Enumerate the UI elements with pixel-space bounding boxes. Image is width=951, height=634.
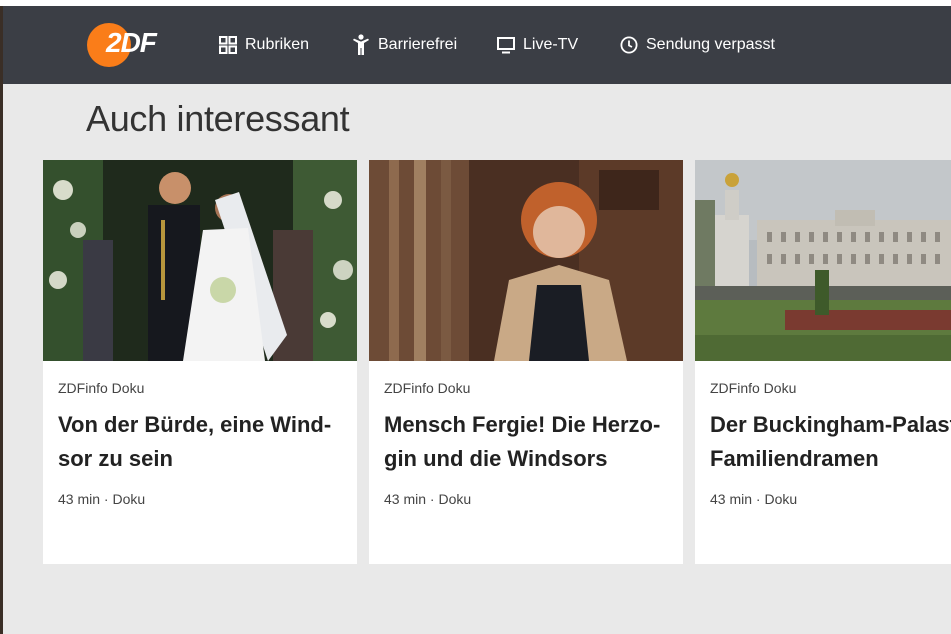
card-title[interactable]: Von der Bürde, eine Wind- sor zu sein xyxy=(58,408,348,476)
teaser-card[interactable]: ZDFinfo Doku Der Buckingham-Palast Famil… xyxy=(695,160,951,564)
card-meta: 43 min · Doku xyxy=(710,491,798,507)
top-navigation-bar: 2DF Rubriken Barrierefrei Live-TV Sendun… xyxy=(3,6,951,84)
section-title: Auch interessant xyxy=(86,98,350,139)
card-title-line: sor zu sein xyxy=(58,446,173,471)
card-title-line: Der Buckingham-Palast xyxy=(710,412,951,437)
card-title-line: Von der Bürde, eine Wind- xyxy=(58,412,332,437)
card-kicker: ZDFinfo Doku xyxy=(58,380,145,396)
nav-label: Rubriken xyxy=(245,36,310,53)
card-title-line: gin und die Windsors xyxy=(384,446,608,471)
nav-label: Live-TV xyxy=(523,36,579,53)
card-title-line: Mensch Fergie! Die Herzo- xyxy=(384,412,661,437)
card-title[interactable]: Mensch Fergie! Die Herzo- gin und die Wi… xyxy=(384,408,674,476)
buckingham-palace-photo[interactable] xyxy=(695,160,951,361)
nav-label: Barrierefrei xyxy=(378,36,458,53)
card-kicker: ZDFinfo Doku xyxy=(710,380,797,396)
card-meta: 43 min · Doku xyxy=(384,491,472,507)
nav-item-barrierefrei[interactable]: Barrierefrei xyxy=(351,6,457,84)
teaser-card[interactable]: ZDFinfo Doku Mensch Fergie! Die Herzo- g… xyxy=(369,160,683,564)
zdf-logo[interactable]: 2DF xyxy=(87,21,157,69)
card-meta: 43 min · Doku xyxy=(58,491,146,507)
royal-wedding-photo[interactable] xyxy=(43,160,357,361)
logo-text: 2DF xyxy=(106,27,157,58)
accessibility-icon xyxy=(351,34,371,55)
nav-label: Sendung verpasst xyxy=(646,36,775,53)
nav-item-live-tv[interactable]: Live-TV xyxy=(496,6,578,84)
clock-icon xyxy=(619,35,639,55)
nav-item-sendung-verpasst[interactable]: Sendung verpasst xyxy=(619,6,775,84)
main-content: Auch interessant ZDFinfo Doku Von der Bü… xyxy=(3,84,951,634)
nav-item-rubriken[interactable]: Rubriken xyxy=(218,6,309,84)
card-kicker: ZDFinfo Doku xyxy=(384,380,471,396)
card-title[interactable]: Der Buckingham-Palast Familiendramen xyxy=(710,408,951,476)
tv-icon xyxy=(496,35,516,55)
portrait-photo[interactable] xyxy=(369,160,683,361)
grid-icon xyxy=(218,35,238,55)
card-title-line: Familiendramen xyxy=(710,446,879,471)
teaser-card[interactable]: ZDFinfo Doku Von der Bürde, eine Wind- s… xyxy=(43,160,357,564)
